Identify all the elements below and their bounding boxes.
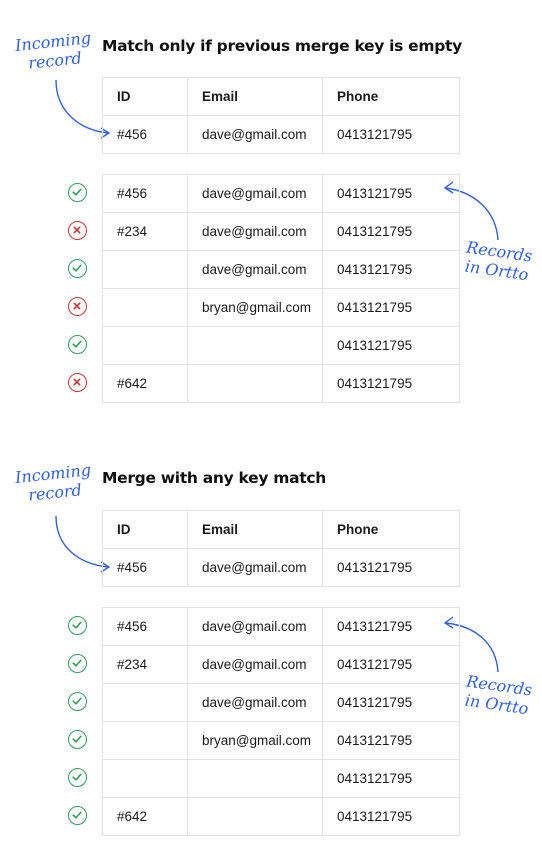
- table-header-row: ID Email Phone: [102, 77, 460, 116]
- column-header-id: ID: [102, 510, 188, 549]
- cell-phone: 0413121795: [322, 645, 460, 684]
- column-header-phone: Phone: [322, 510, 460, 549]
- records-table: #456 dave@gmail.com 0413121795 #234 dave@gm…: [102, 607, 460, 836]
- cell-phone: 0413121795: [322, 250, 460, 289]
- table-row: bryan@gmail.com 0413121795: [102, 721, 460, 760]
- check-circle-icon: [68, 692, 87, 711]
- cell-id: #642: [102, 797, 188, 836]
- check-circle-icon: [68, 806, 87, 825]
- table-row: #234 dave@gmail.com 0413121795: [102, 645, 460, 684]
- cell-id: #456: [102, 548, 188, 587]
- cell-email: dave@gmail.com: [187, 115, 323, 154]
- cell-phone: 0413121795: [322, 759, 460, 798]
- table-row: #456 dave@gmail.com 0413121795: [102, 174, 460, 213]
- cell-email: [187, 364, 323, 403]
- check-circle-icon: [68, 259, 87, 278]
- cell-email: dave@gmail.com: [187, 607, 323, 646]
- section-any-key-match: Incoming record Merge with any key match…: [0, 432, 542, 864]
- cell-email: dave@gmail.com: [187, 645, 323, 684]
- x-circle-icon: [68, 373, 87, 392]
- cell-phone: 0413121795: [322, 115, 460, 154]
- check-circle-icon: [68, 654, 87, 673]
- column-header-email: Email: [187, 510, 323, 549]
- cell-id: [102, 326, 188, 365]
- cell-id: #642: [102, 364, 188, 403]
- table-row: dave@gmail.com 0413121795: [102, 250, 460, 289]
- cell-phone: 0413121795: [322, 326, 460, 365]
- table-row: bryan@gmail.com 0413121795: [102, 288, 460, 327]
- cell-phone: 0413121795: [322, 607, 460, 646]
- x-circle-icon: [68, 221, 87, 240]
- cell-phone: 0413121795: [322, 288, 460, 327]
- cell-phone: 0413121795: [322, 683, 460, 722]
- cell-email: [187, 326, 323, 365]
- table-row: 0413121795: [102, 759, 460, 798]
- cell-email: dave@gmail.com: [187, 174, 323, 213]
- cell-id: #456: [102, 174, 188, 213]
- table-row: dave@gmail.com 0413121795: [102, 683, 460, 722]
- cell-phone: 0413121795: [322, 721, 460, 760]
- cell-id: [102, 683, 188, 722]
- check-circle-icon: [68, 730, 87, 749]
- table-row: #456 dave@gmail.com 0413121795: [102, 607, 460, 646]
- table-header-row: ID Email Phone: [102, 510, 460, 549]
- incoming-record-table: ID Email Phone #456 dave@gmail.com 04131…: [102, 77, 460, 154]
- section-title: Match only if previous merge key is empt…: [102, 37, 462, 55]
- cell-phone: 0413121795: [322, 797, 460, 836]
- cell-id: #456: [102, 607, 188, 646]
- incoming-record-table: ID Email Phone #456 dave@gmail.com 04131…: [102, 510, 460, 587]
- cell-phone: 0413121795: [322, 364, 460, 403]
- cell-email: dave@gmail.com: [187, 548, 323, 587]
- cell-id: #234: [102, 645, 188, 684]
- check-circle-icon: [68, 768, 87, 787]
- column-header-id: ID: [102, 77, 188, 116]
- records-table: #456 dave@gmail.com 0413121795 #234 dave@gm…: [102, 174, 460, 403]
- cell-phone: 0413121795: [322, 212, 460, 251]
- cell-email: dave@gmail.com: [187, 683, 323, 722]
- cell-id: [102, 288, 188, 327]
- cell-phone: 0413121795: [322, 174, 460, 213]
- cell-email: bryan@gmail.com: [187, 288, 323, 327]
- check-circle-icon: [68, 183, 87, 202]
- table-row: #234 dave@gmail.com 0413121795: [102, 212, 460, 251]
- cell-id: #234: [102, 212, 188, 251]
- section-title: Merge with any key match: [102, 469, 326, 487]
- column-header-phone: Phone: [322, 77, 460, 116]
- section-previous-key-empty: Incoming record Match only if previous m…: [0, 0, 542, 432]
- check-circle-icon: [68, 335, 87, 354]
- table-row: #642 0413121795: [102, 797, 460, 836]
- cell-email: dave@gmail.com: [187, 250, 323, 289]
- table-row: #456 dave@gmail.com 0413121795: [102, 548, 460, 587]
- cell-email: [187, 759, 323, 798]
- x-circle-icon: [68, 297, 87, 316]
- cell-email: dave@gmail.com: [187, 212, 323, 251]
- check-circle-icon: [68, 616, 87, 635]
- cell-id: [102, 759, 188, 798]
- table-row: #456 dave@gmail.com 0413121795: [102, 115, 460, 154]
- cell-email: bryan@gmail.com: [187, 721, 323, 760]
- table-row: 0413121795: [102, 326, 460, 365]
- cell-id: [102, 721, 188, 760]
- table-row: #642 0413121795: [102, 364, 460, 403]
- cell-id: [102, 250, 188, 289]
- column-header-email: Email: [187, 77, 323, 116]
- cell-email: [187, 797, 323, 836]
- cell-phone: 0413121795: [322, 548, 460, 587]
- cell-id: #456: [102, 115, 188, 154]
